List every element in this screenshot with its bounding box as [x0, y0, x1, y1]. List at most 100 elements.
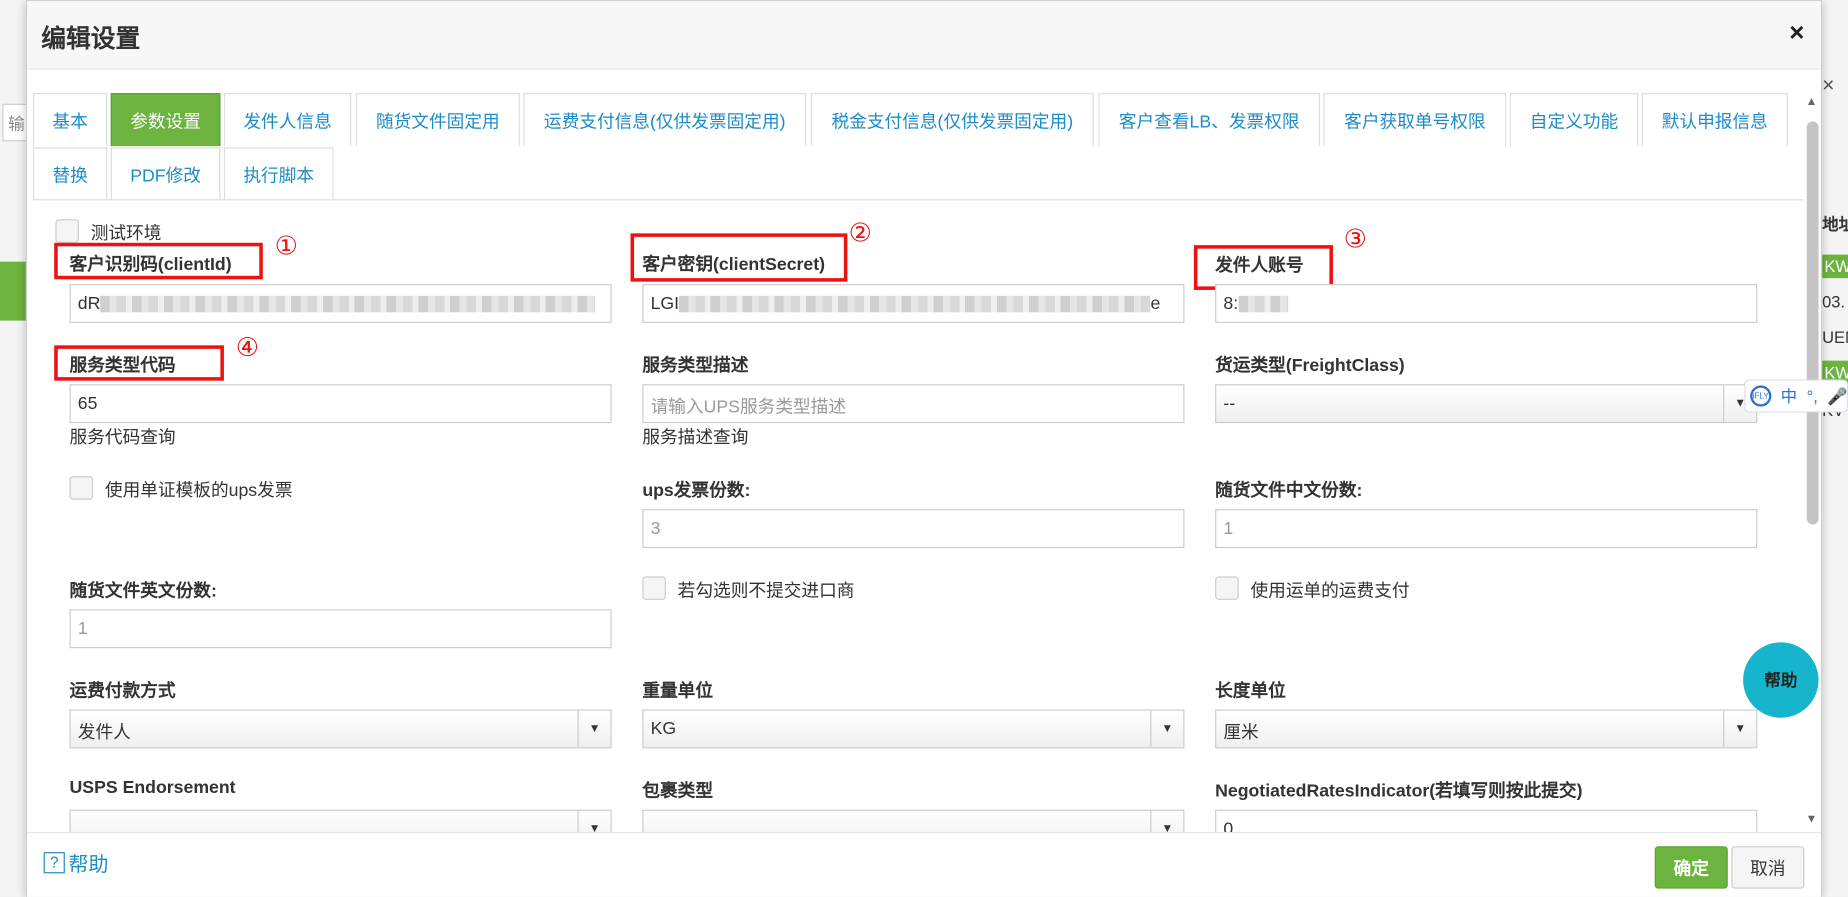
client-secret-label: 客户密钥(clientSecret) — [642, 254, 826, 275]
service-code-input[interactable]: 65 — [69, 384, 612, 424]
tab-label-invoice-permission[interactable]: 客户查看LB、发票权限 — [1098, 93, 1320, 147]
weight-unit-select[interactable]: KG ▼ — [642, 709, 1185, 749]
chevron-down-icon: ▼ — [577, 710, 610, 748]
background-green-bar — [0, 261, 26, 321]
client-id-input[interactable]: dR — [69, 284, 612, 323]
annotation-number: ③ — [1343, 223, 1367, 254]
chevron-down-icon: ▼ — [1723, 710, 1756, 748]
parameters-form: 测试环境 客户识别码(clientId) ① 客户密钥(clientSecret… — [27, 200, 1807, 833]
freight-payment-select[interactable]: 发件人 ▼ — [69, 709, 612, 749]
tab-freight-payment[interactable]: 运费支付信息(仅供发票固定用) — [523, 93, 807, 147]
negotiated-rates-input[interactable]: 0 — [1215, 809, 1758, 833]
tab-docs-fixed[interactable]: 随货文件固定用 — [355, 93, 520, 147]
question-icon: ? — [43, 851, 65, 873]
shipper-account-value: 8: — [1223, 293, 1239, 314]
no-importer-checkbox[interactable] — [642, 576, 666, 600]
dialog-header: 编辑设置 × — [27, 1, 1821, 70]
client-id-value: dR — [77, 293, 101, 314]
service-desc-query-link[interactable]: 服务描述查询 — [642, 424, 748, 449]
dialog-scrollbar[interactable]: ▲ ▼ — [1804, 93, 1821, 826]
background-cell: UEN — [1822, 327, 1848, 347]
tab-parameters[interactable]: 参数设置 — [110, 93, 221, 147]
usps-endorsement-label: USPS Endorsement — [69, 777, 236, 798]
client-secret-value-suffix: e — [1150, 293, 1161, 314]
chevron-down-icon: ▼ — [1150, 710, 1183, 748]
test-env-checkbox[interactable] — [55, 219, 79, 243]
redacted-text — [100, 295, 596, 313]
cancel-button[interactable]: 取消 — [1731, 846, 1805, 889]
docs-en-copies-input[interactable]: 1 — [69, 609, 612, 649]
annotation-number: ④ — [235, 332, 259, 362]
tab-run-script[interactable]: 执行脚本 — [223, 147, 334, 201]
ime-toolbar[interactable]: iFLY 中 °, 🎤 — [1744, 379, 1848, 413]
use-waybill-freight-checkbox[interactable] — [1215, 576, 1239, 600]
background-left-panel: 输 — [0, 0, 29, 897]
usps-endorsement-select[interactable]: ▼ — [69, 809, 612, 833]
ime-punctuation-toggle[interactable]: °, — [1807, 387, 1818, 406]
docs-cn-copies-label: 随货文件中文份数: — [1215, 480, 1363, 501]
service-code-label: 服务类型代码 — [69, 355, 176, 376]
client-secret-input[interactable]: LGI e — [642, 284, 1185, 323]
tab-tax-payment[interactable]: 税金支付信息(仅供发票固定用) — [810, 93, 1094, 147]
background-input[interactable]: 输 — [2, 103, 29, 142]
tab-replace[interactable]: 替换 — [32, 147, 108, 201]
length-unit-select[interactable]: 厘米 ▼ — [1215, 709, 1758, 749]
docs-en-copies-label: 随货文件英文份数: — [69, 581, 217, 602]
freight-class-value: -- — [1223, 393, 1236, 414]
background-cell: 03. — [1822, 292, 1846, 312]
package-type-label: 包裹类型 — [642, 781, 714, 802]
background-col-header: 地址 — [1822, 214, 1848, 234]
scroll-up-icon[interactable]: ▲ — [1806, 95, 1818, 108]
edit-settings-dialog: 编辑设置 × 基本 参数设置 发件人信息 随货文件固定用 运费支付信息(仅供发票… — [25, 0, 1823, 897]
dialog-footer: ? 帮助 确定 取消 — [27, 832, 1821, 897]
length-unit-label: 长度单位 — [1215, 681, 1286, 702]
dialog-title: 编辑设置 — [41, 25, 141, 54]
redacted-text — [1238, 295, 1288, 313]
length-unit-value: 厘米 — [1223, 722, 1259, 743]
scroll-down-icon[interactable]: ▼ — [1806, 813, 1818, 826]
shipper-account-input[interactable]: 8: — [1215, 284, 1758, 323]
ups-invoice-copies-input[interactable]: 3 — [642, 509, 1185, 549]
single-template-checkbox[interactable] — [69, 476, 94, 500]
tab-shipper-info[interactable]: 发件人信息 — [223, 93, 352, 147]
ime-logo-icon: iFLY — [1750, 385, 1772, 407]
annotation-number: ① — [274, 230, 298, 261]
test-env-label: 测试环境 — [90, 223, 162, 244]
close-icon[interactable]: × — [1789, 18, 1804, 49]
freight-class-select[interactable]: -- ▼ — [1215, 384, 1758, 424]
background-close-icon[interactable]: × — [1822, 73, 1848, 98]
service-desc-label: 服务类型描述 — [642, 355, 749, 376]
footer-help-label: 帮助 — [68, 853, 109, 876]
freight-class-label: 货运类型(FreightClass) — [1215, 355, 1405, 376]
ime-language-toggle[interactable]: 中 — [1781, 384, 1798, 408]
floating-help-button[interactable]: 帮助 — [1743, 642, 1819, 718]
tab-default-declaration[interactable]: 默认申报信息 — [1641, 93, 1788, 147]
package-type-select[interactable]: ▼ — [642, 809, 1185, 833]
docs-cn-copies-input[interactable]: 1 — [1215, 509, 1758, 549]
weight-unit-value: KG — [650, 718, 677, 739]
service-desc-input[interactable]: 请输入UPS服务类型描述 — [642, 384, 1185, 424]
microphone-icon[interactable]: 🎤 — [1827, 386, 1848, 406]
service-code-query-link[interactable]: 服务代码查询 — [70, 424, 176, 449]
confirm-button[interactable]: 确定 — [1654, 846, 1728, 889]
freight-payment-label: 运费付款方式 — [69, 681, 176, 702]
shipper-account-label: 发件人账号 — [1215, 255, 1304, 276]
tab-basic[interactable]: 基本 — [32, 93, 108, 147]
weight-unit-label: 重量单位 — [642, 681, 714, 702]
chevron-down-icon: ▼ — [1150, 810, 1183, 833]
no-importer-label: 若勾选则不提交进口商 — [677, 581, 855, 602]
footer-help-link[interactable]: ? 帮助 — [43, 847, 109, 876]
scrollbar-thumb[interactable] — [1806, 121, 1819, 525]
background-cell: KW — [1822, 254, 1848, 279]
tab-pdf-edit[interactable]: PDF修改 — [110, 147, 221, 201]
background-right-panel: × 地址 KW 03. UEN KW KV — [1822, 0, 1848, 897]
use-waybill-freight-label: 使用运单的运费支付 — [1250, 581, 1410, 602]
single-template-label: 使用单证模板的ups发票 — [104, 480, 293, 501]
tab-tracking-permission[interactable]: 客户获取单号权限 — [1323, 93, 1507, 147]
ups-invoice-copies-label: ups发票份数: — [642, 480, 751, 501]
client-secret-value: LGI — [650, 293, 680, 314]
redacted-text — [679, 295, 1151, 313]
client-id-label: 客户识别码(clientId) — [69, 254, 232, 275]
chevron-down-icon: ▼ — [577, 810, 610, 833]
tab-custom-functions[interactable]: 自定义功能 — [1509, 93, 1639, 147]
